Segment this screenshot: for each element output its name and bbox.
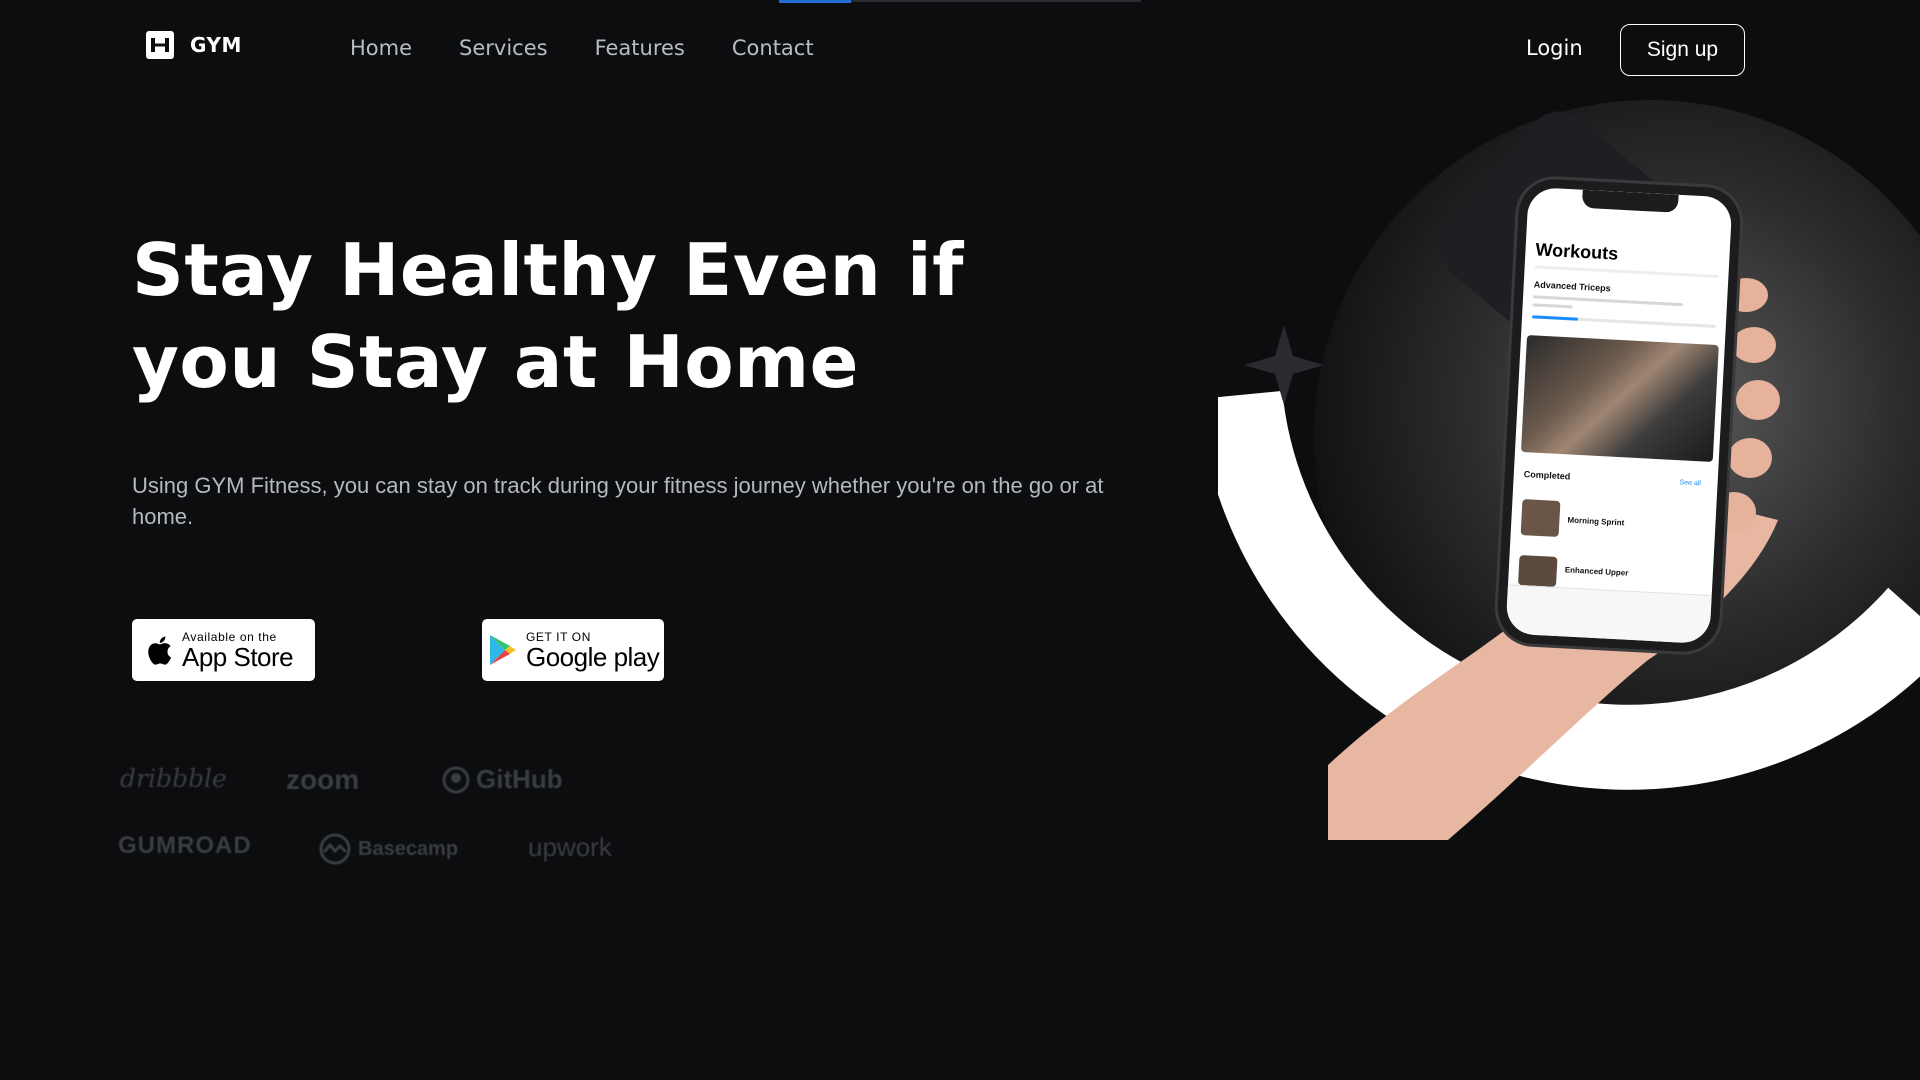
workout-photo: [1520, 335, 1719, 462]
app-store-button[interactable]: Available on the App Store: [132, 619, 315, 681]
brand-logo[interactable]: GYM: [146, 31, 242, 59]
screen-text-line: [1532, 303, 1573, 309]
screen-title: Workouts: [1535, 239, 1619, 264]
hero-title: Stay Healthy Even if you Stay at Home: [132, 228, 964, 404]
apple-icon: [148, 636, 171, 665]
dribbble-logo: dribbble: [120, 764, 227, 793]
hero-description: Using GYM Fitness, you can stay on track…: [132, 473, 1104, 529]
page-progress-fill: [779, 0, 851, 3]
gumroad-logo: GUMROAD: [118, 832, 252, 859]
screen-section-label: Completed: [1523, 469, 1571, 482]
google-play-icon: [490, 635, 516, 665]
login-link[interactable]: Login: [1526, 36, 1583, 60]
google-play-button[interactable]: GET IT ON Google play: [482, 619, 664, 681]
nav-contact[interactable]: Contact: [732, 36, 814, 60]
screen-item-1: Morning Sprint: [1567, 515, 1625, 528]
phone-mockup: Workouts Advanced Triceps Completed See …: [1495, 177, 1743, 654]
app-store-big-text: App Store: [182, 641, 294, 672]
github-logo-text: GitHub: [476, 764, 563, 794]
screen-see-all: See all: [1679, 479, 1702, 488]
basecamp-logo: Basecamp: [318, 832, 458, 866]
phone-notch: [1581, 189, 1679, 213]
screen-progress-fill: [1531, 315, 1579, 321]
screen-workout-name: Advanced Triceps: [1533, 279, 1611, 294]
github-logo: GitHub: [442, 764, 563, 795]
screen-divider: [1534, 265, 1719, 279]
github-icon: [442, 766, 470, 793]
dumbbell-icon: [146, 31, 174, 59]
signup-button[interactable]: Sign up: [1620, 24, 1745, 76]
hero-visual: Workouts Advanced Triceps Completed See …: [1218, 100, 1920, 866]
item-thumbnail: [1520, 499, 1561, 538]
brand-name: GYM: [190, 33, 242, 57]
screen-tab-bar: [1505, 584, 1712, 645]
zoom-logo: zoom: [286, 764, 360, 795]
upwork-logo: upwork: [528, 832, 612, 862]
basecamp-logo-text: Basecamp: [358, 837, 459, 860]
screen-item-2: Enhanced Upper: [1564, 565, 1629, 578]
landing-page: GYM Home Services Features Contact Login…: [0, 0, 1920, 1080]
nav-services[interactable]: Services: [459, 36, 548, 60]
main-nav: Home Services Features Contact: [350, 36, 861, 60]
item-thumbnail: [1517, 554, 1558, 587]
google-play-big-text: Google play: [526, 641, 660, 672]
nav-features[interactable]: Features: [595, 36, 685, 60]
basecamp-icon: [319, 833, 351, 865]
phone-screen: Workouts Advanced Triceps Completed See …: [1505, 186, 1733, 645]
nav-home[interactable]: Home: [350, 36, 412, 60]
